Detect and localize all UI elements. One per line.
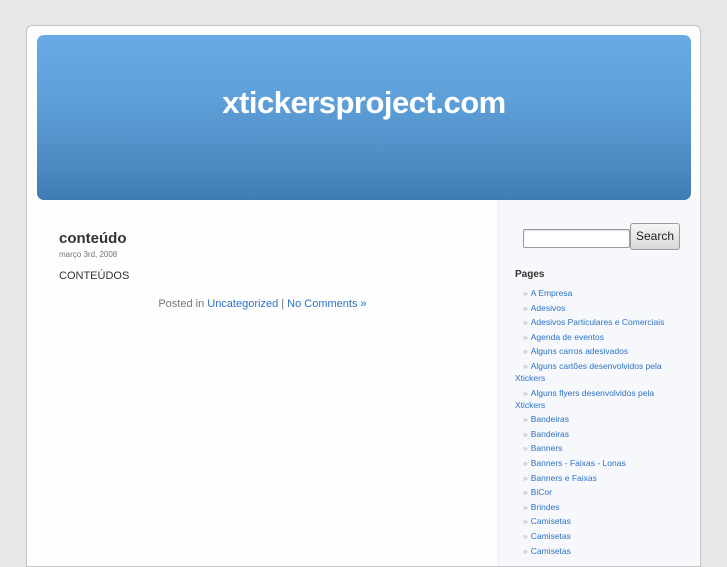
- page-link[interactable]: Banners e Faixas: [531, 473, 597, 483]
- post-body: CONTEÚDOS: [59, 270, 130, 282]
- search-input[interactable]: [523, 229, 630, 248]
- page-link[interactable]: Agenda de eventos: [531, 332, 604, 342]
- page-link[interactable]: Banners: [531, 443, 563, 453]
- bullet-icon: »: [523, 545, 528, 556]
- meta-separator: |: [278, 298, 288, 310]
- page-link[interactable]: Camisetas: [531, 531, 571, 541]
- page-link[interactable]: Bandeiras: [531, 414, 569, 424]
- comments-link[interactable]: No Comments »: [287, 298, 366, 310]
- page-list-item: » Camisetas: [515, 545, 683, 557]
- bullet-icon: »: [523, 288, 528, 298]
- bullet-icon: »: [523, 428, 528, 439]
- search-button[interactable]: Search: [630, 223, 680, 250]
- post-meta: Posted in Uncategorized | No Comments »: [27, 298, 498, 310]
- bullet-icon: »: [523, 360, 528, 371]
- site-header: xtickersproject.com: [37, 35, 691, 200]
- page-link[interactable]: Bandeiras: [531, 429, 569, 439]
- sidebar: Search Pages » A Empresa» Adesivos» Adesivo…: [498, 200, 700, 566]
- post-date: março 3rd, 2008: [59, 250, 118, 259]
- bullet-icon: »: [523, 443, 528, 454]
- pages-heading: Pages: [515, 269, 545, 280]
- page-link[interactable]: Alguns flyers desenvolvidos pela Xticker…: [515, 388, 654, 410]
- pages-list: » A Empresa» Adesivos» Adesivos Particulare…: [515, 287, 683, 559]
- bullet-icon: »: [523, 472, 528, 483]
- bullet-icon: »: [523, 302, 528, 313]
- bullet-icon: »: [523, 487, 528, 498]
- page-link[interactable]: Adesivos: [531, 303, 566, 313]
- page-list-item: » Camisetas: [515, 515, 683, 527]
- page-link[interactable]: Camisetas: [531, 516, 571, 526]
- bullet-icon: »: [523, 346, 528, 357]
- page-link[interactable]: Banners - Faixas - Lonas: [531, 458, 626, 468]
- page-list-item: » BiCor: [515, 486, 683, 498]
- page-list-item: » Bandeiras: [515, 413, 683, 425]
- page-link[interactable]: Alguns cartões desenvolvidos pela Xticke…: [515, 361, 662, 383]
- page-list-item: » Bandeiras: [515, 428, 683, 440]
- page-link[interactable]: A Empresa: [531, 288, 573, 298]
- bullet-icon: »: [523, 387, 528, 398]
- page-list-item: » Adesivos: [515, 302, 683, 314]
- page-link[interactable]: Adesivos Particulares e Comerciais: [531, 317, 665, 327]
- page-list-item: » Camisetas: [515, 530, 683, 542]
- main-content: conteúdo março 3rd, 2008 CONTEÚDOS Poste…: [27, 200, 498, 566]
- page-link[interactable]: Camisetas: [531, 546, 571, 556]
- posted-in-label: Posted in: [158, 298, 208, 310]
- page-link[interactable]: BiCor: [531, 487, 552, 497]
- page-container: xtickersproject.com conteúdo março 3rd, …: [26, 25, 701, 567]
- page-list-item: » Banners: [515, 442, 683, 454]
- bullet-icon: »: [523, 331, 528, 342]
- post-title[interactable]: conteúdo: [59, 230, 127, 247]
- bullet-icon: »: [523, 317, 528, 328]
- bullet-icon: »: [523, 501, 528, 512]
- page-list-item: » Alguns carros adesivados: [515, 345, 683, 357]
- page-list-item: » Banners e Faixas: [515, 472, 683, 484]
- category-link[interactable]: Uncategorized: [207, 298, 278, 310]
- page-list-item: » A Empresa: [515, 287, 683, 299]
- page-list-item: » Alguns flyers desenvolvidos pela Xticke…: [515, 387, 683, 411]
- bullet-icon: »: [523, 530, 528, 541]
- page-list-item: » Agenda de eventos: [515, 331, 683, 343]
- blog-title-link[interactable]: xtickersproject.com: [37, 85, 691, 121]
- page-list-item: » Brindes: [515, 501, 683, 513]
- page-list-item: » Alguns cartões desenvolvidos pela Xtick…: [515, 360, 683, 384]
- page-link[interactable]: Alguns carros adesivados: [531, 346, 628, 356]
- page-link[interactable]: Brindes: [531, 502, 560, 512]
- page-list-item: » Banners - Faixas - Lonas: [515, 457, 683, 469]
- bullet-icon: »: [523, 516, 528, 527]
- bullet-icon: »: [523, 457, 528, 468]
- bullet-icon: »: [523, 414, 528, 425]
- page-list-item: » Adesivos Particulares e Comerciais: [515, 316, 683, 328]
